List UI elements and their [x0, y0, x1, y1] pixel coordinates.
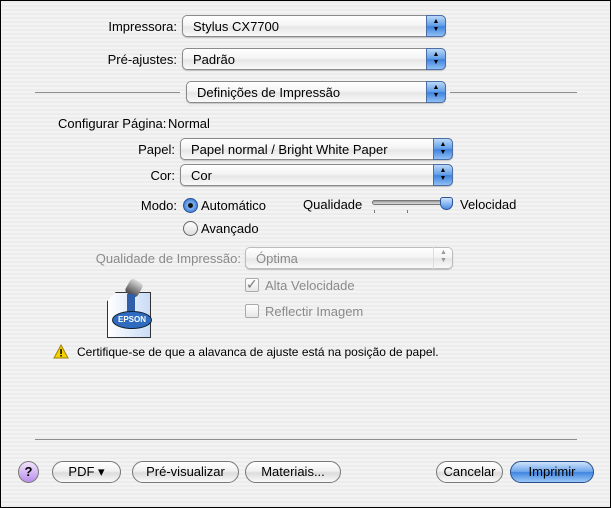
print-quality-label: Qualidade de Impressão: [95, 251, 241, 266]
print-button[interactable]: Imprimir [510, 461, 594, 483]
slider-tick [407, 210, 408, 213]
high-speed-label: Alta Velocidade [265, 278, 355, 293]
popup-arrows-icon: ▲ ▼ [433, 247, 453, 269]
pdf-button[interactable]: PDF ▾ [52, 461, 121, 483]
page-setup-label: Configurar Página: [58, 116, 167, 131]
slider-tick [374, 210, 375, 213]
paper-popup[interactable]: Papel normal / Bright White Paper ▲ ▼ [180, 138, 453, 160]
slider-left-label: Qualidade [303, 197, 363, 212]
mode-label: Modo: [140, 198, 177, 213]
mirror-image-checkbox[interactable] [245, 304, 259, 318]
printer-label: Impressora: [108, 19, 177, 34]
print-quality-value: Óptima [256, 251, 298, 266]
presets-label: Pré-ajustes: [107, 52, 177, 67]
printer-value: Stylus CX7700 [193, 19, 279, 34]
printer-popup[interactable]: Stylus CX7700 ▲ ▼ [182, 15, 446, 37]
preview-button[interactable]: Pré-visualizar [132, 461, 239, 483]
separator [35, 439, 577, 440]
help-button[interactable]: ? [18, 461, 39, 483]
supplies-button[interactable]: Materiais... [245, 461, 341, 483]
cancel-button[interactable]: Cancelar [436, 461, 503, 483]
panel-value: Definições de Impressão [197, 85, 341, 100]
color-popup[interactable]: Cor ▲ ▼ [180, 164, 453, 186]
high-speed-checkbox[interactable]: ✓ [245, 277, 259, 292]
warning-text: Certifique-se de que a alavanca de ajust… [77, 345, 439, 359]
presets-popup[interactable]: Padrão ▲ ▼ [182, 48, 446, 70]
page-setup-value: Normal [168, 116, 210, 131]
color-label: Cor: [150, 168, 175, 183]
warning-triangle-icon [53, 344, 69, 359]
mirror-image-label: Reflectir Imagem [265, 304, 364, 319]
print-dialog: Impressora: Stylus CX7700 ▲ ▼ Pré-ajustes:… [1, 1, 610, 507]
mode-automatic-label[interactable]: Automático [201, 198, 266, 213]
paper-label: Papel: [138, 142, 175, 157]
mode-advanced-radio[interactable] [183, 221, 198, 236]
mode-advanced-label[interactable]: Avançado [201, 221, 259, 236]
popup-arrows-icon: ▲ ▼ [426, 81, 446, 103]
separator [450, 92, 577, 93]
popup-arrows-icon: ▲ ▼ [433, 164, 453, 186]
presets-value: Padrão [193, 52, 235, 67]
epson-logo: EPSON [105, 277, 165, 340]
separator [35, 92, 180, 93]
color-value: Cor [191, 168, 212, 183]
print-quality-popup[interactable]: Óptima ▲ ▼ [245, 247, 453, 269]
popup-arrows-icon: ▲ ▼ [433, 138, 453, 160]
popup-arrows-icon: ▲ ▼ [426, 48, 446, 70]
slider-thumb[interactable] [440, 197, 453, 210]
paper-value: Papel normal / Bright White Paper [191, 142, 388, 157]
slider-right-label: Velocidad [460, 197, 517, 212]
mode-automatic-radio[interactable] [183, 198, 198, 213]
panel-popup[interactable]: Definições de Impressão ▲ ▼ [186, 81, 446, 103]
popup-arrows-icon: ▲ ▼ [426, 15, 446, 37]
